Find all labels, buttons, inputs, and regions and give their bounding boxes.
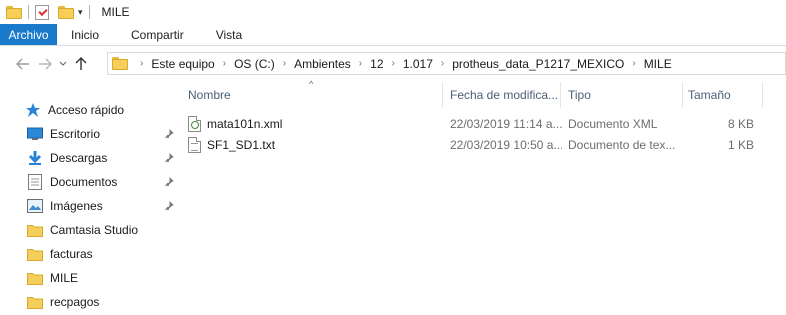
file-name-cell[interactable]: mata101n.xml	[188, 113, 438, 135]
tab-inicio[interactable]: Inicio	[57, 24, 117, 45]
column-header-fecha[interactable]: Fecha de modifica...	[444, 80, 560, 110]
title-bar: ▾ MILE	[0, 0, 786, 24]
recent-locations-button[interactable]	[56, 53, 70, 75]
sidebar-item-label: Camtasia Studio	[50, 223, 139, 237]
breadcrumb-ambientes[interactable]: Ambientes	[292, 57, 353, 71]
file-row[interactable]: SF1_SD1.txt 22/03/2019 10:50 a... Docume…	[182, 134, 762, 156]
back-button[interactable]	[12, 53, 34, 75]
file-size: 8 KB	[727, 117, 754, 131]
new-folder-icon[interactable]	[58, 5, 74, 19]
file-size: 1 KB	[727, 138, 754, 152]
sidebar-item-facturas[interactable]: facturas	[26, 243, 176, 265]
column-header-row: ^ Nombre Fecha de modifica... Tipo Tamañ…	[182, 79, 786, 110]
folder-icon	[6, 5, 22, 19]
pictures-icon	[26, 198, 44, 214]
sidebar-item-imagenes[interactable]: Imágenes	[26, 195, 176, 217]
pin-icon[interactable]	[162, 151, 176, 165]
folder-icon	[26, 222, 44, 238]
pin-icon[interactable]	[162, 199, 176, 213]
breadcrumb-este-equipo[interactable]: Este equipo	[149, 57, 216, 71]
sidebar-item-camtasia-studio[interactable]: Camtasia Studio	[26, 219, 176, 241]
sidebar-item-descargas[interactable]: Descargas	[26, 147, 176, 169]
breadcrumb-os-c[interactable]: OS (C:)	[232, 57, 277, 71]
breadcrumb-mile[interactable]: MILE	[642, 57, 674, 71]
file-name: SF1_SD1.txt	[207, 138, 276, 152]
documents-icon	[26, 174, 44, 190]
folder-icon	[26, 270, 44, 286]
chevron-right-icon[interactable]: ›	[217, 58, 232, 69]
ribbon-tabs: Archivo Inicio Compartir Vista	[0, 24, 786, 46]
sidebar-item-mile[interactable]: MILE	[26, 267, 176, 289]
column-divider[interactable]	[762, 82, 763, 108]
column-header-tipo[interactable]: Tipo	[562, 80, 678, 110]
sidebar-item-label: Imágenes	[50, 199, 103, 213]
chevron-right-icon[interactable]: ›	[277, 58, 292, 69]
up-button[interactable]	[70, 53, 92, 75]
chevron-right-icon[interactable]: ›	[435, 58, 450, 69]
navigation-pane: Acceso rápido Escritorio Descargas Docum…	[0, 90, 180, 315]
file-name: mata101n.xml	[207, 117, 283, 131]
sidebar-item-label: MILE	[50, 271, 79, 285]
column-divider[interactable]	[560, 82, 561, 108]
file-row[interactable]: mata101n.xml 22/03/2019 11:14 a... Docum…	[182, 113, 762, 135]
desktop-icon	[26, 126, 44, 142]
file-type: Documento XML	[568, 117, 658, 131]
folder-icon	[26, 246, 44, 262]
sidebar-item-label: Escritorio	[50, 127, 101, 141]
navigation-row: › Este equipo › OS (C:) › Ambientes › 12…	[0, 47, 786, 81]
download-icon	[26, 150, 44, 166]
folder-icon	[26, 294, 44, 310]
tab-compartir[interactable]: Compartir	[117, 24, 202, 45]
column-divider[interactable]	[442, 82, 443, 108]
file-name-cell[interactable]: SF1_SD1.txt	[188, 134, 438, 156]
sidebar-item-label: Descargas	[50, 151, 108, 165]
up-arrow-icon	[75, 57, 87, 70]
customize-dropdown-icon[interactable]: ▾	[78, 7, 83, 18]
file-type: Documento de tex...	[568, 138, 676, 152]
file-date: 22/03/2019 10:50 a...	[450, 138, 562, 152]
star-icon	[24, 102, 42, 118]
chevron-right-icon[interactable]: ›	[134, 58, 149, 69]
tab-archivo[interactable]: Archivo	[0, 24, 57, 45]
sidebar-item-documentos[interactable]: Documentos	[26, 171, 176, 193]
pin-icon[interactable]	[162, 127, 176, 141]
sidebar-item-recpagos[interactable]: recpagos	[26, 291, 176, 313]
pin-icon[interactable]	[162, 175, 176, 189]
forward-button[interactable]	[34, 53, 56, 75]
file-date: 22/03/2019 11:14 a...	[450, 117, 562, 131]
xml-file-icon	[188, 116, 201, 132]
chevron-down-icon	[59, 61, 67, 66]
separator	[28, 5, 29, 19]
sidebar-item-label: Acceso rápido	[48, 103, 125, 117]
properties-icon[interactable]	[35, 4, 49, 20]
quick-access-toolbar: ▾	[6, 0, 96, 24]
breadcrumb-1017[interactable]: 1.017	[401, 57, 435, 71]
sidebar-item-label: facturas	[50, 247, 93, 261]
column-header-tamano[interactable]: Tamaño	[682, 80, 762, 110]
window-title: MILE	[101, 5, 130, 19]
breadcrumb-12[interactable]: 12	[368, 57, 385, 71]
chevron-right-icon[interactable]: ›	[386, 58, 401, 69]
forward-arrow-icon	[39, 58, 52, 70]
back-arrow-icon	[16, 58, 29, 70]
sidebar-item-acceso-rapido[interactable]: Acceso rápido	[24, 99, 174, 121]
sidebar-item-escritorio[interactable]: Escritorio	[26, 123, 176, 145]
separator	[88, 5, 90, 19]
chevron-right-icon[interactable]: ›	[353, 58, 368, 69]
column-header-nombre[interactable]: Nombre	[182, 80, 442, 110]
sidebar-item-label: Documentos	[50, 175, 118, 189]
sidebar-item-label: recpagos	[50, 295, 100, 309]
text-file-icon	[188, 137, 201, 153]
tab-vista[interactable]: Vista	[202, 24, 260, 45]
address-bar[interactable]: › Este equipo › OS (C:) › Ambientes › 12…	[107, 52, 786, 75]
breadcrumb-protheus-data[interactable]: protheus_data_P1217_MEXICO	[450, 57, 626, 71]
chevron-right-icon[interactable]: ›	[626, 58, 641, 69]
folder-icon	[112, 57, 128, 70]
